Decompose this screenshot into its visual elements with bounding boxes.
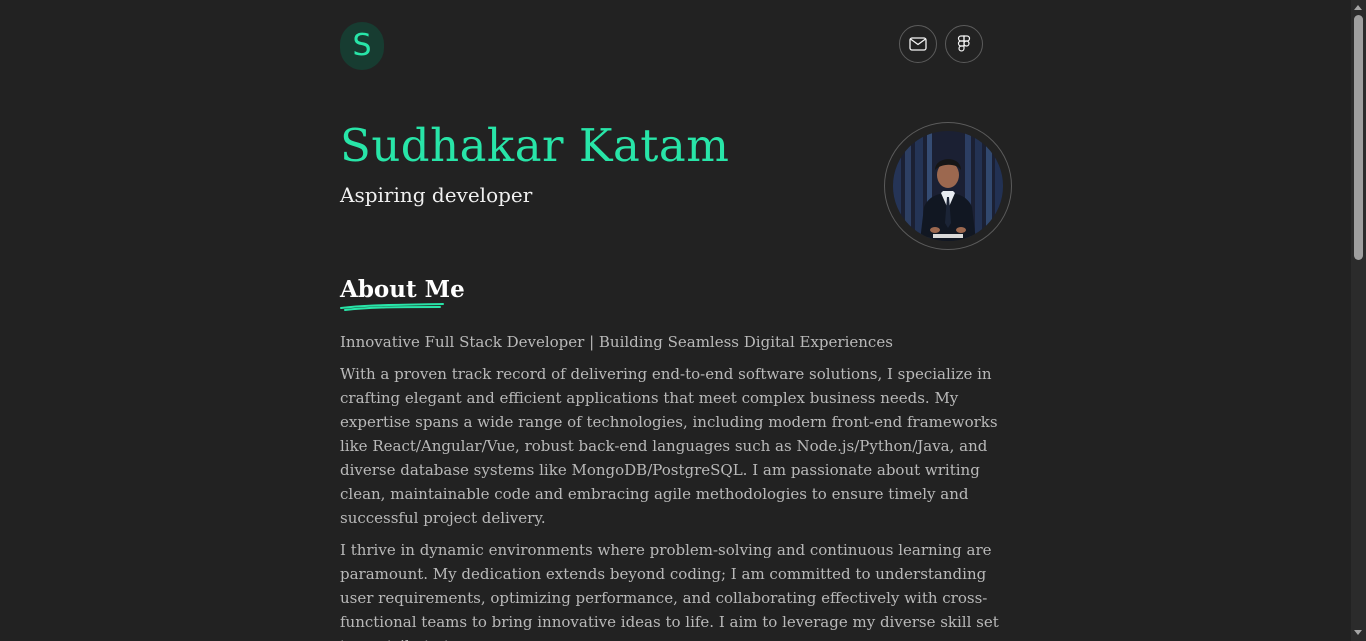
email-button[interactable] bbox=[899, 25, 937, 63]
site-logo[interactable]: S bbox=[340, 22, 384, 70]
scroll-up-arrow-icon[interactable] bbox=[1354, 5, 1362, 10]
about-paragraph: I thrive in dynamic environments where p… bbox=[340, 541, 999, 641]
browser-viewport: S Sudhakar Katam Aspiring developer Abou… bbox=[0, 0, 1366, 641]
figma-button[interactable] bbox=[945, 25, 983, 63]
about-paragraph: With a proven track record of delivering… bbox=[340, 365, 998, 527]
site-header: S bbox=[340, 22, 984, 70]
profile-photo-frame bbox=[884, 122, 1012, 250]
scrollbar-thumb[interactable] bbox=[1354, 15, 1363, 260]
hero-name: Sudhakar Katam bbox=[340, 119, 730, 172]
hero-role: Aspiring developer bbox=[340, 183, 533, 207]
scroll-down-arrow-icon[interactable] bbox=[1354, 630, 1362, 635]
vertical-scrollbar[interactable] bbox=[1351, 0, 1366, 641]
about-text: Innovative Full Stack Developer | Buildi… bbox=[340, 330, 1012, 641]
about-subtitle: Innovative Full Stack Developer | Buildi… bbox=[340, 333, 893, 351]
about-title-underline bbox=[340, 303, 444, 311]
mail-icon bbox=[909, 37, 927, 51]
figma-icon bbox=[957, 35, 971, 53]
profile-photo bbox=[893, 131, 1003, 241]
